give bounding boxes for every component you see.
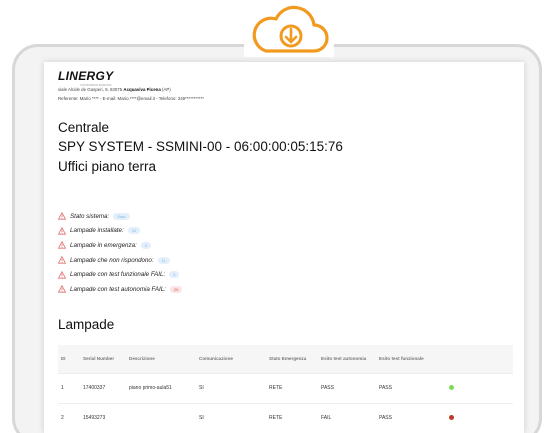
cell-funzionale: PASS xyxy=(376,372,446,403)
address-line: viale Alcide de Gasperi, 9, 63075 Acquav… xyxy=(58,87,171,92)
cell-com: SI xyxy=(196,402,266,433)
cell-id: 1 xyxy=(58,372,80,403)
cell-status xyxy=(446,402,513,433)
cell-status xyxy=(446,372,513,403)
status-badge: 11 xyxy=(157,256,170,264)
status-label: Lampade con test autonomia FAIL: xyxy=(70,285,166,293)
status-label: Lampade con test funzionale FAIL: xyxy=(70,271,166,279)
warning-icon xyxy=(57,285,67,293)
cell-descr: piano primo-aula51 xyxy=(126,372,196,403)
lampade-table: ID Serial Number Descrizione Comunicazione S… xyxy=(58,345,513,433)
status-item: Lampade con test funzionale FAIL: 3 xyxy=(57,267,182,282)
table-row: 2 15493273 SI RETE FAIL PASS xyxy=(58,402,513,433)
status-badge: 33 xyxy=(127,227,141,235)
location-title: Uffici piano terra xyxy=(58,159,157,174)
cell-stato: RETE xyxy=(266,402,318,433)
column-header: Esito test funzionale xyxy=(376,345,446,373)
status-item: Lampade che non rispondono: 11 xyxy=(57,253,182,268)
status-badge: Start xyxy=(113,212,130,220)
column-header xyxy=(446,345,513,373)
status-dot-icon xyxy=(449,414,454,420)
table-header-row: ID Serial Number Descrizione Comunicazione S… xyxy=(58,345,513,373)
warning-icon xyxy=(57,270,67,279)
status-dot-icon xyxy=(449,384,454,390)
status-badge: 0 xyxy=(140,241,151,249)
column-header: Descrizione xyxy=(126,345,196,373)
status-list: Stato sistema: Start Lampade installate: 33… xyxy=(57,209,183,297)
cell-id: 2 xyxy=(58,402,80,433)
lampade-heading: Lampade xyxy=(58,317,115,332)
status-item: Stato sistema: Start xyxy=(57,209,182,224)
warning-icon xyxy=(57,255,67,264)
cell-serial: 15493273 xyxy=(80,402,126,433)
status-item: Lampade in emergenza: 0 xyxy=(57,238,182,253)
cell-autonomia: FAIL xyxy=(318,402,376,433)
linergy-logo: LINERGY xyxy=(58,69,114,83)
status-label: Lampade installate: xyxy=(70,227,124,235)
status-label: Lampade che non rispondono: xyxy=(70,256,154,264)
warning-icon xyxy=(57,241,67,250)
column-header: Comunicazione xyxy=(196,345,266,373)
address-suffix: (AP) xyxy=(160,87,171,92)
status-item: Lampade installate: 33 xyxy=(57,224,182,239)
cell-funzionale: PASS xyxy=(376,402,446,433)
address-prefix: viale Alcide de Gasperi, 9, 63075 xyxy=(58,87,124,92)
cloud-download-icon[interactable] xyxy=(244,3,334,57)
cell-stato: RETE xyxy=(266,372,318,403)
warning-icon xyxy=(57,226,67,235)
status-label: Lampade in emergenza: xyxy=(70,241,137,249)
cell-serial: 17400337 xyxy=(80,372,126,403)
cell-autonomia: PASS xyxy=(318,372,376,403)
column-header: Serial Number xyxy=(80,345,126,373)
warning-icon xyxy=(57,212,67,220)
status-badge: 20 xyxy=(169,285,183,293)
cell-descr xyxy=(126,402,196,433)
report-sheet: LINERGY CONSORZIO EUROPA viale Alcide de… xyxy=(44,62,524,433)
status-item: Lampade con test autonomia FAIL: 20 xyxy=(57,282,183,297)
table-row: 1 17400337 piano primo-aula51 SI RETE PASS PAS… xyxy=(58,372,513,403)
column-header: ID xyxy=(58,345,80,373)
system-title: SPY SYSTEM - SSMINI-00 - 06:00:00:05:15:… xyxy=(58,139,343,154)
column-header: Stato Emergenza xyxy=(266,345,318,373)
table-body: 1 17400337 piano primo-aula51 SI RETE PASS PAS… xyxy=(58,372,513,433)
address-city: Acquaviva Picena xyxy=(123,87,161,92)
centrale-title: Centrale xyxy=(58,120,110,135)
status-label: Stato sistema: xyxy=(70,212,110,220)
column-header: Esito test autonomia xyxy=(318,345,376,373)
contact-line: Referente: Mario **** - E-mail: Mario.**… xyxy=(58,96,204,101)
status-badge: 3 xyxy=(169,271,180,279)
cell-com: SI xyxy=(196,372,266,403)
